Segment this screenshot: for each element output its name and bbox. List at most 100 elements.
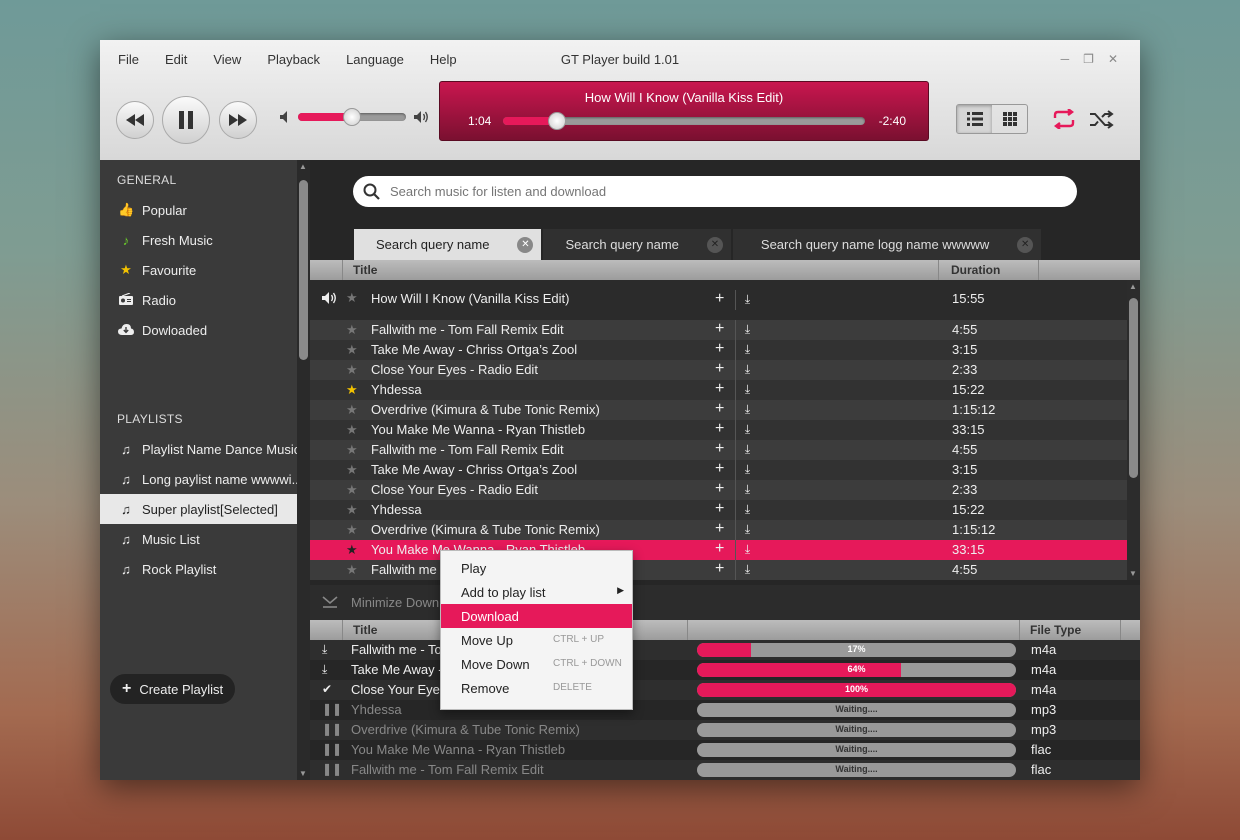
downloading-icon[interactable]: ⤓ [322,642,327,657]
scrollbar-thumb[interactable] [1129,298,1138,478]
download-row[interactable]: ⤓Fallwith me - Tom Fall Remix Edit17%m4a [310,640,1140,660]
downloading-icon[interactable]: ⤓ [322,662,327,677]
pause-icon[interactable]: ❚❚ [322,722,342,736]
grid-view-button[interactable] [992,105,1027,133]
favourite-star-icon[interactable]: ★ [346,482,358,498]
sidebar-item-favourite[interactable]: ★ Favourite [100,255,297,285]
context-menu-item-download[interactable]: Download [441,604,632,628]
context-menu-item-move-up[interactable]: Move Up CTRL + UP [441,628,632,652]
sidebar-item-playlist-selected[interactable]: ♫ Super playlist[Selected] [100,494,297,524]
download-row[interactable]: ✔ Close Your Eyes - Radio Edit 100% m4a [310,680,1140,700]
menu-playback[interactable]: Playback [267,52,320,67]
favourite-star-icon[interactable]: ★ [346,382,358,398]
minimize-icon[interactable]: ─ [1061,52,1070,66]
favourite-star-icon[interactable]: ★ [346,342,358,358]
add-icon[interactable]: + [715,460,724,478]
table-row[interactable]: ★ Overdrive (Kimura & Tube Tonic Remix) + ⤓… [310,520,1127,540]
pause-button[interactable] [162,96,210,144]
add-icon[interactable]: + [715,340,724,358]
sidebar-item-radio[interactable]: Radio [100,285,297,315]
sidebar-item-playlist[interactable]: ♫ Music List [100,524,297,554]
now-playing-row[interactable]: ★ How Will I Know (Vanilla Kiss Edit) + ⤓ 15… [310,280,1127,320]
sidebar-item-downloaded[interactable]: Dowloaded [100,315,297,345]
column-title[interactable]: Title [353,263,377,277]
close-icon[interactable]: ✕ [1108,52,1118,66]
column-title[interactable]: Title [353,623,377,637]
download-row[interactable]: ⤓Take Me Away - Chriss Ortga’s Zool64%m4… [310,660,1140,680]
favourite-star-icon[interactable]: ★ [346,542,358,558]
table-row[interactable]: ★You Make Me Wanna - Ryan Thistleb+⤓33:1… [310,420,1127,440]
favourite-star-icon[interactable]: ★ [346,422,358,438]
scrollbar-thumb[interactable] [299,180,308,360]
column-file-type[interactable]: File Type [1030,623,1081,637]
sidebar-item-fresh-music[interactable]: ♪ Fresh Music [100,225,297,255]
track-list-scrollbar[interactable]: ▲ ▼ [1127,280,1140,580]
add-icon[interactable]: + [715,560,724,578]
download-icon[interactable]: ⤓ [735,290,759,310]
download-icon[interactable]: ⤓ [735,460,759,480]
scroll-down-icon[interactable]: ▼ [1129,569,1137,578]
favourite-star-icon[interactable]: ★ [346,562,358,578]
download-icon[interactable]: ⤓ [735,500,759,520]
seek-slider[interactable] [503,112,865,130]
add-icon[interactable]: + [715,440,724,458]
menu-help[interactable]: Help [430,52,457,67]
volume-slider[interactable] [298,108,406,126]
favourite-star-icon[interactable]: ★ [346,522,358,538]
sidebar-item-playlist[interactable]: ♫ Long paylist name wwwwi... [100,464,297,494]
create-playlist-button[interactable]: + Create Playlist [110,674,235,704]
sidebar-scrollbar[interactable]: ▲ ▼ [297,160,310,780]
pause-icon[interactable]: ❚❚ [322,702,342,716]
table-row[interactable]: ★ Yhdessa + ⤓ 15:22 [310,500,1127,520]
close-tab-icon[interactable]: ✕ [1017,236,1034,253]
context-menu-item-remove[interactable]: Remove DELETE [441,676,632,700]
add-icon[interactable]: + [715,290,724,308]
table-row[interactable]: ★ Overdrive (Kimura & Tube Tonic Remix) + ⤓… [310,400,1127,420]
table-row[interactable]: ★ Close Your Eyes - Radio Edit + ⤓ 2:33 [310,360,1127,380]
tab-search-query[interactable]: Search query name ✕ [543,229,731,260]
favourite-star-icon[interactable]: ★ [346,462,358,478]
download-icon[interactable]: ⤓ [735,340,759,360]
sidebar-item-playlist[interactable]: ♫ Playlist Name Dance Music [100,434,297,464]
add-icon[interactable]: + [715,420,724,438]
favourite-star-icon[interactable]: ★ [346,290,358,306]
table-row[interactable]: ★ Take Me Away - Chriss Ortga’s Zool + ⤓ 3:1… [310,460,1127,480]
favourite-star-icon[interactable]: ★ [346,502,358,518]
add-icon[interactable]: + [715,480,724,498]
menu-view[interactable]: View [213,52,241,67]
sidebar-item-popular[interactable]: 👍 Popular [100,195,297,225]
download-icon[interactable]: ⤓ [735,400,759,420]
favourite-star-icon[interactable]: ★ [346,322,358,338]
repeat-icon[interactable] [1051,109,1077,129]
download-icon[interactable]: ⤓ [735,480,759,500]
download-row[interactable]: ❚❚ You Make Me Wanna - Ryan Thistleb Waiti… [310,740,1140,760]
minimize-download-icon[interactable] [322,595,338,609]
sidebar-item-playlist[interactable]: ♫ Rock Playlist [100,554,297,584]
scroll-up-icon[interactable]: ▲ [299,162,307,171]
table-row[interactable]: ★Fallwith me - Tom Fall Remix Edit+⤓4:55 [310,560,1127,580]
minimize-downloads-label[interactable]: Minimize Downl [351,595,442,610]
search-input[interactable] [390,184,1030,199]
pause-icon[interactable]: ❚❚ [322,762,342,776]
favourite-star-icon[interactable]: ★ [346,402,358,418]
table-row[interactable]: ★You Make Me Wanna - Ryan Thistleb+⤓33:1… [310,540,1127,560]
table-row[interactable]: ★ Close Your Eyes - Radio Edit + ⤓ 2:33 [310,480,1127,500]
restore-icon[interactable]: ❐ [1083,52,1094,66]
download-row[interactable]: ❚❚ Yhdessa Waiting.... mp3 [310,700,1140,720]
download-icon[interactable]: ⤓ [735,420,759,440]
add-icon[interactable]: + [715,520,724,538]
context-menu-item-add-to-play-list[interactable]: Add to play list ▶ [441,580,632,604]
check-icon[interactable]: ✔ [322,682,332,696]
scroll-down-icon[interactable]: ▼ [299,769,307,778]
close-tab-icon[interactable]: ✕ [517,236,534,253]
tab-search-query[interactable]: Search query name ✕ [354,229,542,260]
menu-language[interactable]: Language [346,52,404,67]
add-icon[interactable]: + [715,380,724,398]
menu-edit[interactable]: Edit [165,52,187,67]
tab-search-query[interactable]: Search query name logg name wwwww ✕ [732,229,1042,260]
download-row[interactable]: ❚❚ Overdrive (Kimura & Tube Tonic Remix) W… [310,720,1140,740]
next-button[interactable] [219,101,257,139]
add-icon[interactable]: + [715,360,724,378]
seek-knob[interactable] [548,112,567,130]
add-icon[interactable]: + [715,400,724,418]
